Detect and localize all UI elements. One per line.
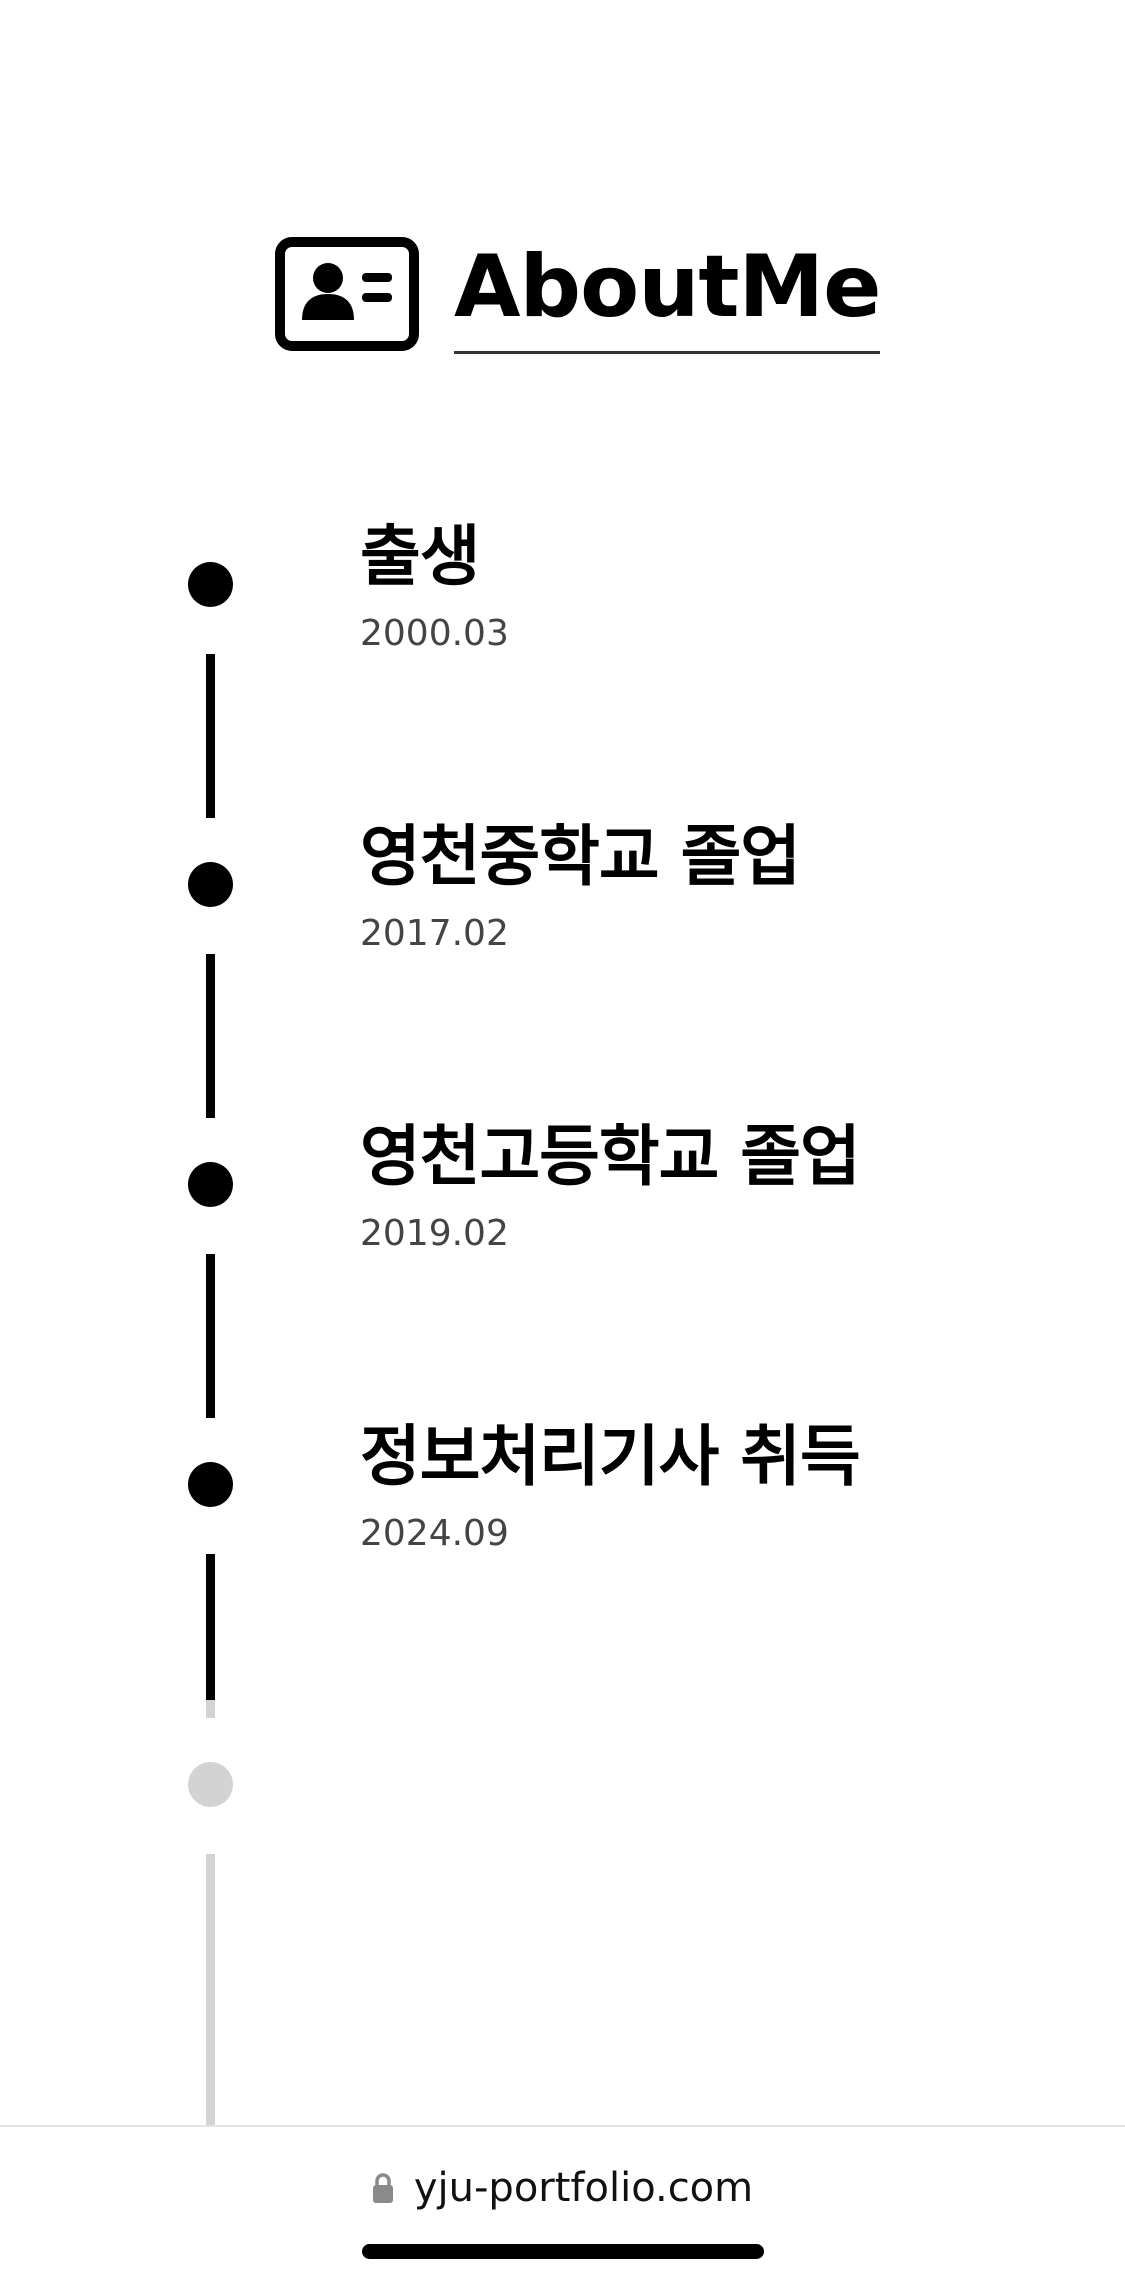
- timeline-connector: [206, 654, 215, 818]
- timeline-dot: [188, 1162, 233, 1207]
- timeline-item-date: 2024.09: [360, 1513, 509, 1554]
- timeline-item-title: 출생: [360, 518, 480, 595]
- lock-icon: [372, 2173, 393, 2203]
- timeline-item-date: 2017.02: [360, 913, 509, 954]
- timeline-dot: [188, 1462, 233, 1507]
- timeline-item: 영천고등학교 졸업 2019.02: [360, 1118, 861, 1254]
- timeline-item-title: 영천중학교 졸업: [360, 818, 801, 895]
- timeline-connector-upcoming: [206, 1854, 215, 2125]
- timeline-connector: [206, 1254, 215, 1418]
- timeline-dot-upcoming: [188, 1762, 233, 1807]
- timeline-item-date: 2019.02: [360, 1213, 509, 1254]
- timeline-item-date: 2000.03: [360, 613, 509, 654]
- timeline-item-title: 정보처리기사 취득: [360, 1418, 861, 1495]
- timeline-item: 영천중학교 졸업 2017.02: [360, 818, 801, 954]
- url-row[interactable]: yju-portfolio.com: [0, 2165, 1125, 2211]
- home-indicator[interactable]: [362, 2244, 764, 2259]
- timeline-connector: [206, 1554, 215, 1700]
- browser-address-bar[interactable]: yju-portfolio.com: [0, 2125, 1125, 2283]
- timeline-item: 출생 2000.03: [360, 524, 509, 652]
- timeline-item-title: 영천고등학교 졸업: [360, 1118, 861, 1195]
- timeline: 출생 2000.03 영천중학교 졸업 2017.02 영천고등학교 졸업 20…: [0, 0, 1125, 2125]
- timeline-connector: [206, 954, 215, 1118]
- timeline-dot: [188, 862, 233, 907]
- url-text[interactable]: yju-portfolio.com: [414, 2165, 753, 2211]
- timeline-item: 정보처리기사 취득 2024.09: [360, 1418, 861, 1554]
- timeline-dot: [188, 562, 233, 607]
- timeline-connector-faded: [206, 1700, 215, 1718]
